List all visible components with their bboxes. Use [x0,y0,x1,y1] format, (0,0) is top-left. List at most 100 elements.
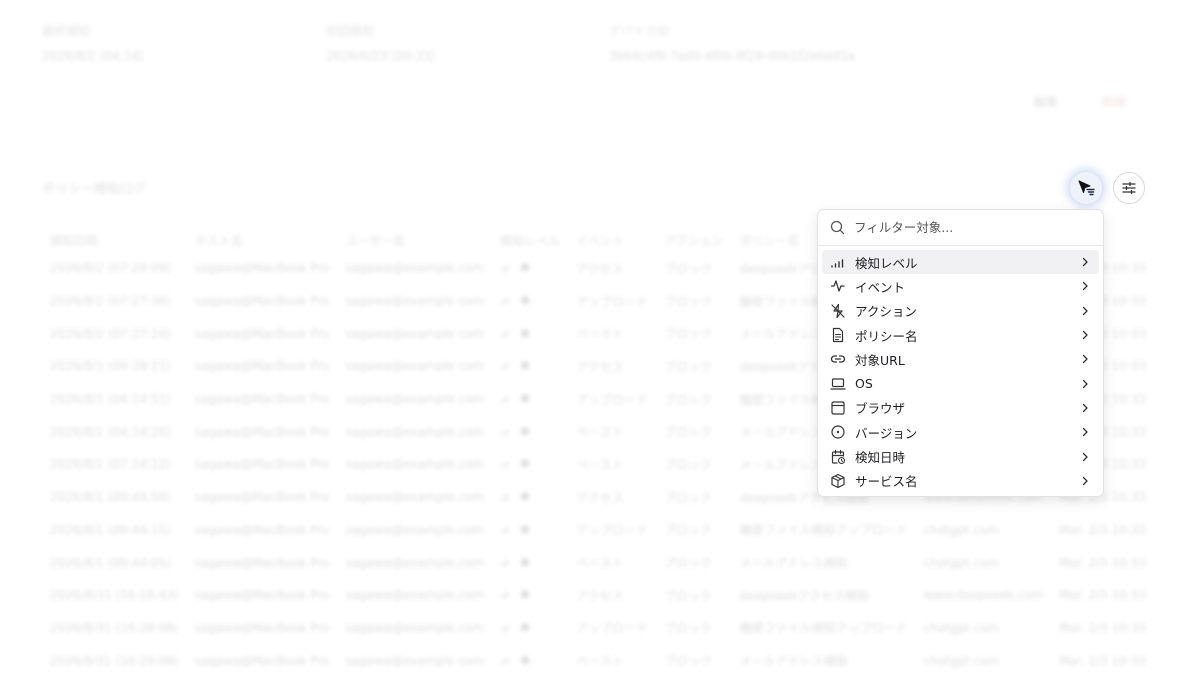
filter-option-5[interactable]: 対象URL [822,347,1099,371]
signal-bars-icon [500,330,508,337]
filter-option-8[interactable]: バージョン [822,420,1099,444]
level-cell [492,383,568,416]
signal-bars-icon [500,428,508,435]
table-row[interactable]: 2026/8/31 (16:16:43) sagawa@MacBook Pro sa… [42,579,1154,612]
column-header[interactable]: アクション [656,228,731,252]
level-cell [492,350,568,383]
shield-icon [521,296,530,305]
table-cell: chatgpt.com [923,653,1000,668]
table-cell: sagawa@example.com [345,261,485,276]
table-cell: 2026/8/31 (16:29:08) [50,653,179,668]
table-cell: sagawa@MacBook Pro [194,424,330,439]
table-cell: ブロック [664,425,713,440]
filter-option-2[interactable]: イベント [822,274,1099,298]
info-label: 最終検知 [42,24,91,38]
chevron-right-icon [1079,280,1091,292]
chevron-right-icon [1079,402,1091,414]
table-cell: sagawa@example.com [345,588,485,603]
column-header[interactable]: ユーザー名 [337,228,492,252]
search-icon [830,220,845,235]
table-cell: ブロック [664,556,713,571]
info-last-detected: 最終検知 2026/8/2 (04:14) [42,22,144,63]
filter-option-10[interactable]: サービス名 [822,469,1099,493]
table-cell: sagawa@MacBook Pro [194,326,330,341]
column-header[interactable]: イベント [568,228,656,252]
signal-bars-icon [500,526,508,533]
signal-bars-icon [500,657,508,664]
table-cell: sagawa@example.com [345,457,485,472]
table-cell: sagawa@example.com [345,620,485,635]
browser-window-icon [830,400,846,416]
info-value: 2026/8/2 (04:14) [42,49,144,63]
table-cell: ブロック [664,457,713,472]
level-cell [492,448,568,481]
table-cell: 2026/8/1 (09:44:05) [50,555,171,570]
signal-bars-icon [500,363,508,370]
filter-option-label: 対象URL [855,352,905,368]
table-cell: 2026/8/1 (04:14:20) [50,424,171,439]
filter-option-7[interactable]: ブラウザ [822,396,1099,420]
table-cell: sagawa@MacBook Pro [194,653,330,668]
level-cell [492,481,568,514]
info-label: デバイスID [609,24,670,38]
signal-bars-icon [500,624,508,631]
table-cell: Mar. 2/3 10:33 [1059,653,1147,668]
shield-icon [521,524,530,534]
table-cell: 2026/8/2 (07:27:24) [50,326,171,341]
level-cell [492,415,568,448]
filter-search-input[interactable] [854,220,1074,235]
filter-option-label: ポリシー名 [855,328,918,344]
shield-icon [521,557,530,567]
filter-option-4[interactable]: ポリシー名 [822,323,1099,347]
filter-button[interactable] [1070,172,1102,204]
signal-bars-icon [500,461,508,468]
table-cell: アップロード [576,523,649,538]
level-cell [492,285,568,318]
table-cell: ペースト [576,425,624,440]
column-header[interactable]: 検知レベル [492,228,568,252]
filter-option-6[interactable]: OS [822,371,1099,395]
edit-button[interactable]: 編集 [1034,93,1058,110]
signal-bars-icon [500,396,508,403]
table-row[interactable]: 2026/8/1 (09:44:05) sagawa@MacBook Pro sag… [42,546,1154,579]
filter-option-3[interactable]: アクション [822,299,1099,323]
shield-icon [521,328,530,338]
chevron-right-icon [1079,426,1091,438]
chevron-right-icon [1079,475,1091,487]
shield-icon [521,426,530,436]
table-cell: sagawa@MacBook Pro [194,359,330,374]
table-row[interactable]: 2026/8/31 (16:29:08) sagawa@MacBook Pro sa… [42,644,1154,673]
level-cell [492,317,568,350]
table-cell: sagawa@example.com [345,424,485,439]
shield-icon [521,622,530,632]
table-cell: ペースト [576,556,624,571]
zap-off-icon [830,303,846,319]
table-cell: Mar. 2/3 10:33 [1059,522,1147,537]
table-cell: sagawa@MacBook Pro [194,261,330,276]
filter-option-label: イベント [855,279,906,295]
shield-icon [521,492,530,501]
table-cell: 2026/8/1 (07:14:12) [50,457,171,472]
column-header[interactable]: ホスト名 [187,228,338,252]
section-title: ポリシー検知ログ [42,182,147,197]
filter-option-label: 検知レベル [855,255,918,271]
table-cell: 2026/8/31 (16:28:08) [50,620,179,635]
chevron-right-icon [1079,451,1091,463]
calendar-clock-icon [830,449,846,465]
shield-icon [521,459,530,468]
table-cell: 2026/8/1 (04:14:51) [50,392,171,407]
table-cell: sagawa@example.com [345,555,485,570]
filter-option-1[interactable]: 検知レベル [822,250,1099,275]
table-cell: chatgpt.com [923,620,1000,635]
column-settings-button[interactable] [1113,172,1145,204]
table-row[interactable]: 2026/8/1 (09:44:15) sagawa@MacBook Pro sag… [42,514,1154,547]
filter-option-9[interactable]: 検知日時 [822,444,1099,468]
laptop-icon [830,376,846,392]
table-cell: ブロック [664,294,713,309]
column-header[interactable]: 検知日時 [42,228,187,252]
table-cell: 2026/8/2 (07:28:09) [50,261,171,276]
table-cell: sagawa@example.com [345,294,485,309]
delete-button[interactable]: 削除 [1102,93,1126,110]
table-cell: 機密ファイル検知アップロード [739,621,908,636]
table-row[interactable]: 2026/8/31 (16:28:08) sagawa@MacBook Pro sa… [42,612,1154,645]
